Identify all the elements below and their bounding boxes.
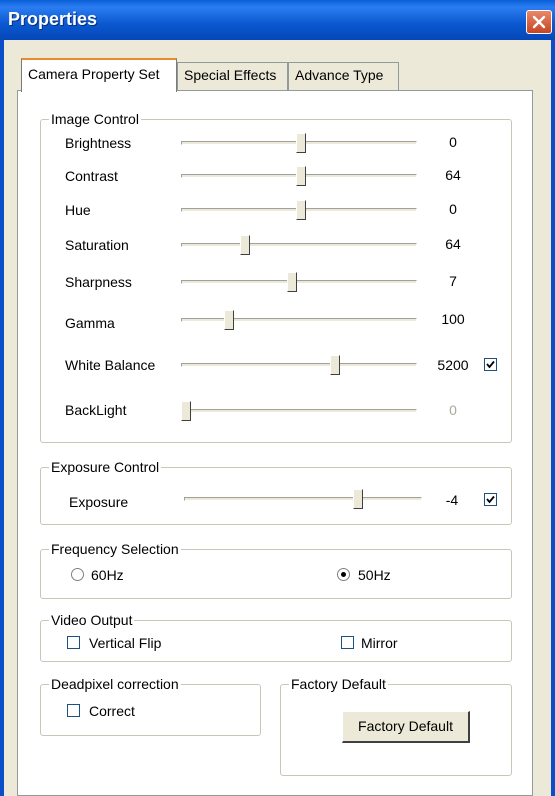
tab-special-effects[interactable]: Special Effects	[177, 62, 288, 90]
brightness-slider-thumb[interactable]	[296, 133, 307, 153]
window-frame-left	[0, 40, 4, 796]
close-icon	[532, 15, 546, 29]
backlight-value: 0	[449, 402, 457, 418]
gamma-slider-thumb[interactable]	[223, 310, 234, 330]
hue-value: 0	[449, 201, 457, 217]
checkmark-icon	[486, 495, 495, 504]
contrast-value: 64	[445, 167, 461, 183]
factory-default-group: Factory Default Factory Default	[280, 676, 512, 776]
saturation-slider-thumb[interactable]	[239, 235, 250, 255]
tab-label: Camera Property Set	[28, 66, 160, 82]
backlight-slider-track[interactable]	[181, 409, 417, 413]
tab-advance-type[interactable]: Advance Type	[288, 62, 399, 90]
slider-label-saturation: Saturation	[65, 237, 129, 253]
window-title: Properties	[8, 9, 98, 29]
saturation-slider-track[interactable]	[181, 243, 417, 247]
exposure-control-group: Exposure Control Exposure -4	[40, 459, 512, 525]
exposure-value: -4	[445, 492, 459, 508]
close-button[interactable]	[526, 10, 552, 34]
slider-label-white-balance: White Balance	[65, 357, 156, 373]
slider-label-brightness: Brightness	[65, 135, 132, 151]
tab-panel: Image Control Brightness 0 Contrast 64 H…	[17, 90, 533, 796]
video-output-group: Video Output Vertical Flip Mirror	[40, 612, 512, 662]
mirror-label[interactable]: Mirror	[361, 634, 398, 652]
slider-label-backlight: BackLight	[65, 402, 127, 418]
frequency-selection-group: Frequency Selection 60Hz 50Hz	[40, 541, 512, 599]
gamma-value: 100	[441, 311, 465, 327]
slider-label-exposure: Exposure	[69, 494, 129, 510]
vertical-flip-label[interactable]: Vertical Flip	[89, 634, 161, 652]
group-legend: Image Control	[49, 111, 141, 127]
sharpness-slider-track[interactable]	[181, 280, 417, 284]
properties-window: Properties Camera Property Set Special E…	[0, 0, 555, 796]
exposure-auto-checkbox[interactable]	[484, 493, 497, 506]
radio-label-50hz[interactable]: 50Hz	[358, 566, 391, 584]
brightness-value: 0	[449, 134, 457, 150]
slider-label-contrast: Contrast	[65, 168, 118, 184]
exposure-slider-track[interactable]	[184, 497, 422, 501]
slider-label-sharpness: Sharpness	[65, 274, 132, 290]
saturation-value: 64	[445, 236, 461, 252]
radio-dot-icon	[341, 572, 346, 577]
radio-60hz[interactable]	[71, 568, 84, 581]
white-balance-auto-checkbox[interactable]	[484, 358, 497, 371]
group-legend: Factory Default	[289, 676, 388, 692]
radio-50hz[interactable]	[337, 568, 350, 581]
correct-label[interactable]: Correct	[89, 702, 135, 720]
white-balance-slider-track[interactable]	[181, 363, 417, 367]
correct-checkbox[interactable]	[67, 704, 80, 717]
exposure-slider-thumb[interactable]	[352, 489, 363, 509]
vertical-flip-checkbox[interactable]	[67, 636, 80, 649]
hue-slider-thumb[interactable]	[296, 200, 307, 220]
checkmark-icon	[486, 360, 495, 369]
radio-label-60hz[interactable]: 60Hz	[91, 566, 124, 584]
group-legend: Exposure Control	[49, 459, 162, 475]
sharpness-slider-thumb[interactable]	[287, 272, 298, 292]
mirror-checkbox[interactable]	[341, 636, 354, 649]
title-bar[interactable]: Properties	[0, 0, 555, 40]
group-legend: Frequency Selection	[49, 541, 181, 557]
tab-camera-property-set[interactable]: Camera Property Set	[21, 58, 177, 92]
factory-default-button[interactable]: Factory Default	[342, 711, 470, 743]
slider-label-hue: Hue	[65, 202, 91, 218]
tab-label: Special Effects	[184, 67, 277, 83]
contrast-slider-thumb[interactable]	[296, 166, 307, 186]
backlight-slider-thumb[interactable]	[181, 401, 191, 421]
window-frame-right	[551, 40, 555, 796]
deadpixel-correction-group: Deadpixel correction Correct	[40, 676, 261, 736]
tab-label: Advance Type	[295, 67, 384, 83]
sharpness-value: 7	[449, 273, 457, 289]
white-balance-value: 5200	[437, 357, 469, 373]
white-balance-slider-thumb[interactable]	[330, 355, 341, 375]
image-control-group: Image Control Brightness 0 Contrast 64 H…	[40, 111, 512, 443]
group-legend: Video Output	[49, 612, 135, 628]
slider-label-gamma: Gamma	[65, 315, 115, 331]
gamma-slider-track[interactable]	[181, 318, 417, 322]
group-legend: Deadpixel correction	[49, 676, 181, 692]
